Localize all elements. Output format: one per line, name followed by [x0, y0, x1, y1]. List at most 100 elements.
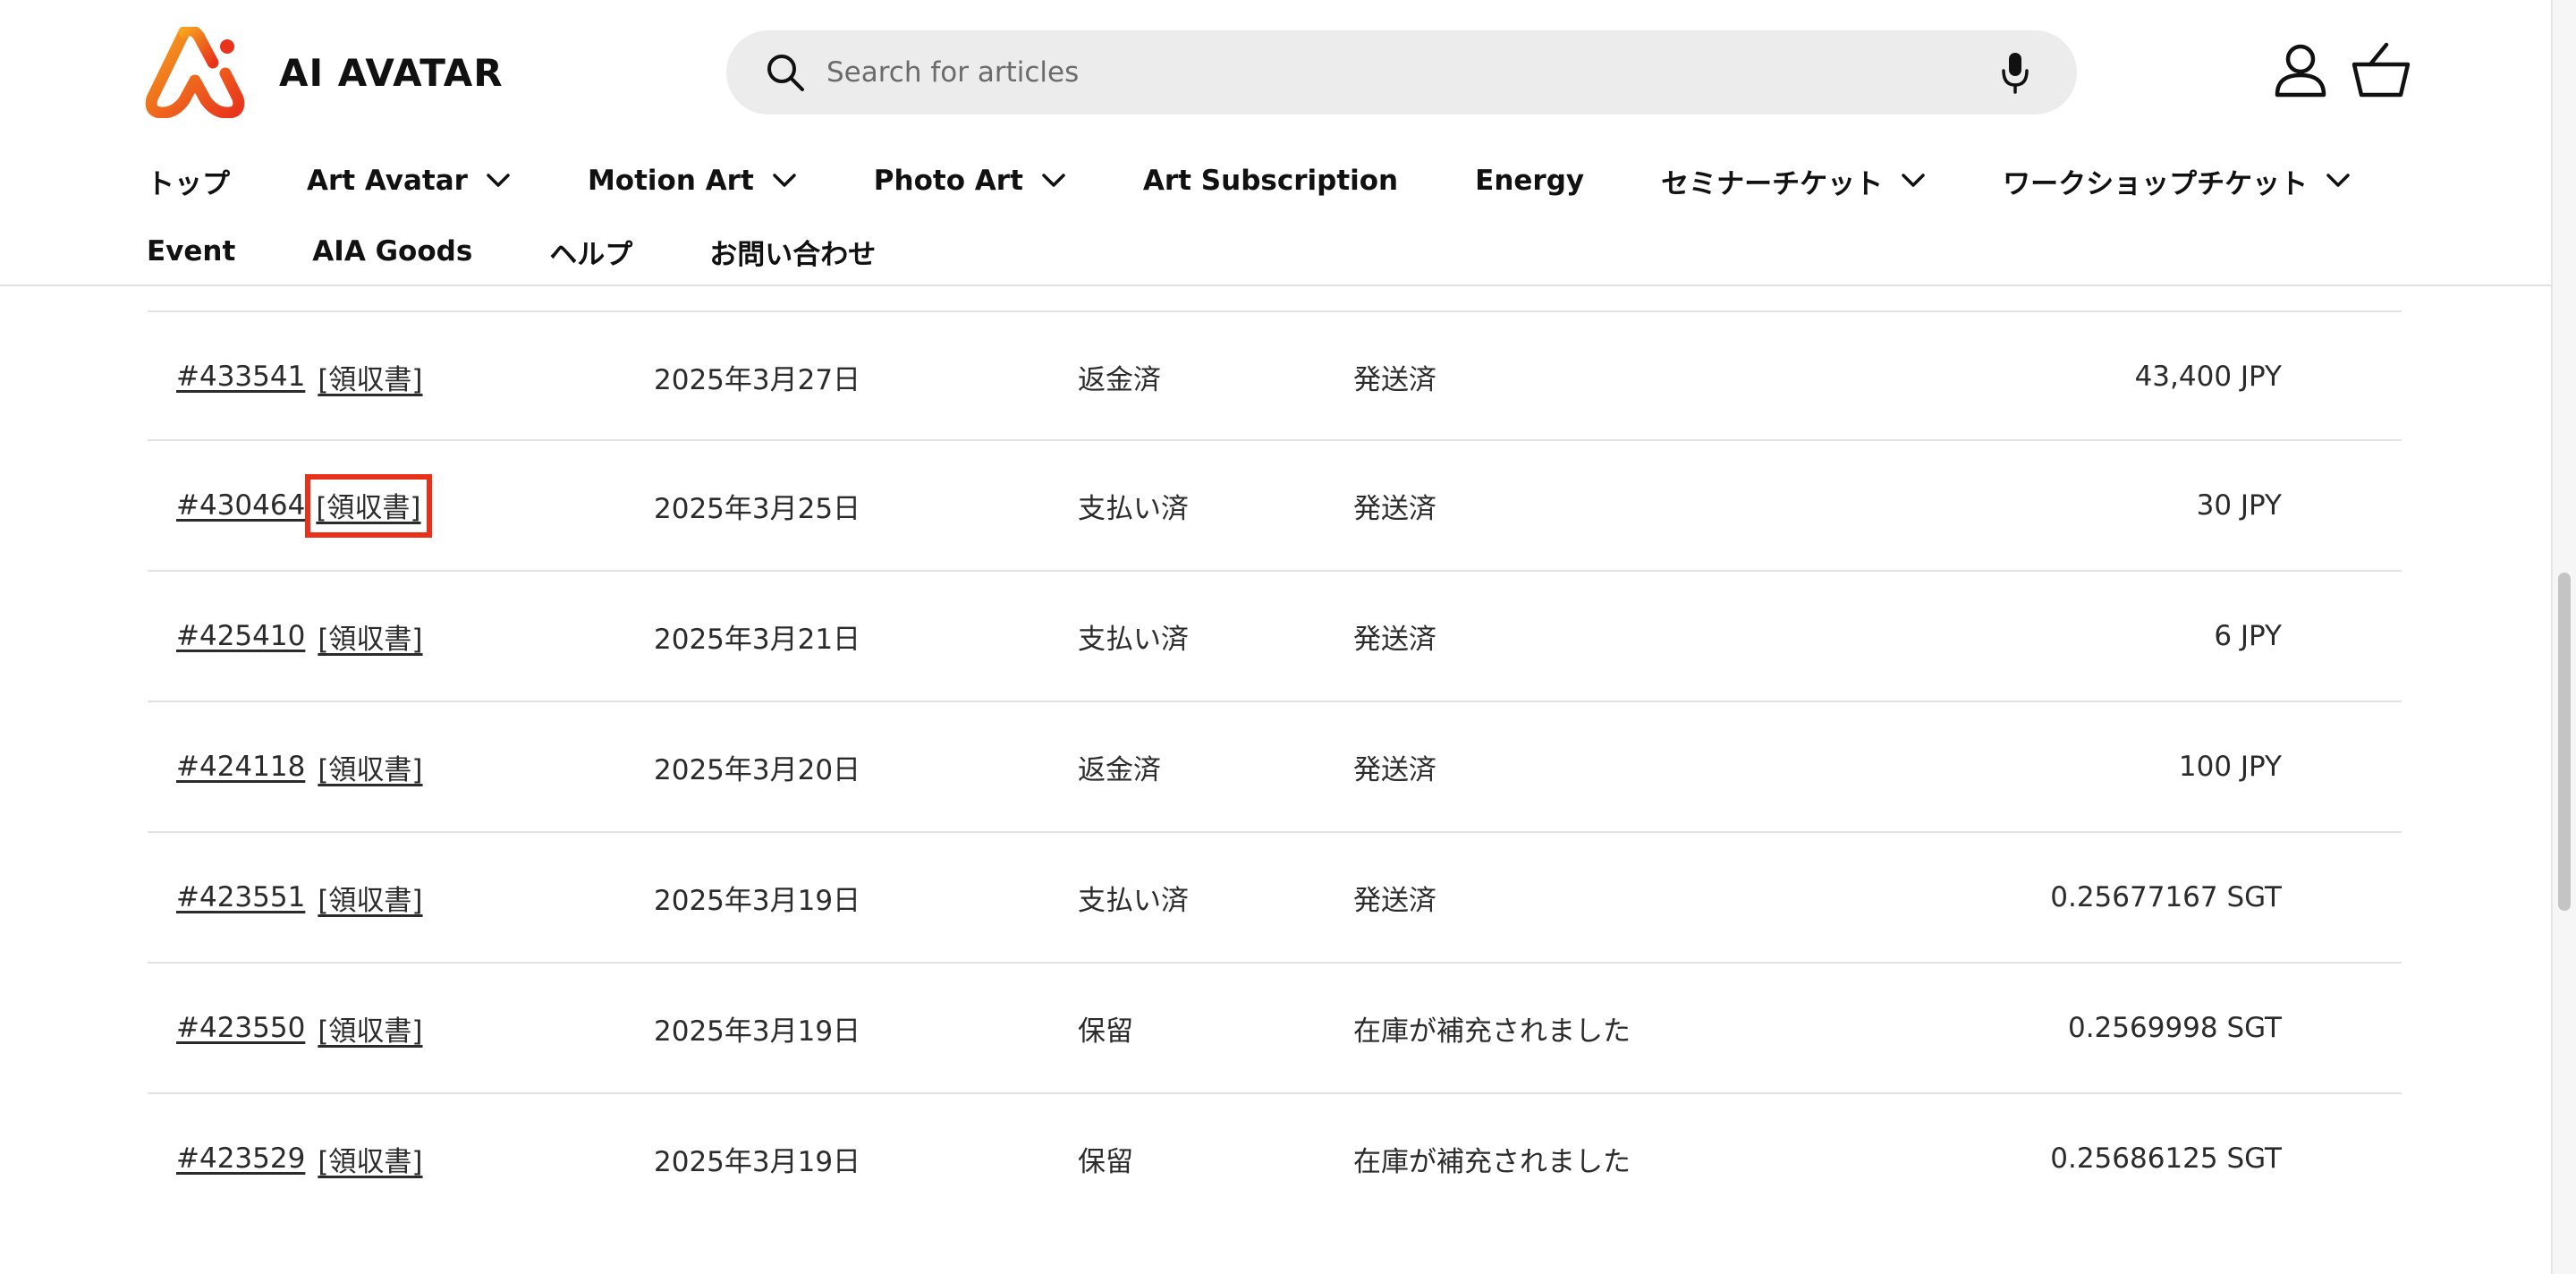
order-number-cell: #423551 [領収書]: [176, 833, 427, 962]
payment-status: 支払い済: [1078, 884, 1189, 917]
nav-item-label: トップ: [147, 167, 230, 200]
receipt-link-wrap: [領収書]: [314, 353, 426, 401]
chevron-down-icon: [773, 174, 796, 187]
order-total: 0.25677167 SGT: [2050, 881, 2282, 913]
nav-item-label: ヘルプ: [549, 238, 633, 271]
order-number-link[interactable]: #423550: [176, 1012, 305, 1044]
order-number-link[interactable]: #423551: [176, 881, 305, 913]
fulfillment-status: 発送済: [1353, 492, 1436, 525]
nav-item-label: Art Subscription: [1142, 165, 1399, 197]
order-date: 2025年3月21日: [654, 623, 861, 656]
table-row: #423529 [領収書] 2025年3月19日 保留 在庫が補充されました 0…: [148, 1094, 2402, 1225]
table-row: #425410 [領収書] 2025年3月21日 支払い済 発送済 6 JPY: [148, 572, 2402, 702]
table-row: #433541 [領収書] 2025年3月27日 返金済 発送済 43,400 …: [148, 310, 2402, 441]
receipt-link-wrap: [領収書]: [314, 1005, 426, 1052]
cart-icon[interactable]: [2351, 41, 2411, 98]
nav-item-label: Energy: [1475, 165, 1585, 197]
brand-logo[interactable]: AI AVATAR: [145, 27, 504, 118]
nav-item-help[interactable]: ヘルプ: [549, 232, 632, 272]
page-scrollbar[interactable]: [2551, 0, 2576, 1274]
nav-item-photo-art[interactable]: Photo Art: [874, 165, 1066, 197]
order-number-link[interactable]: #425410: [176, 620, 305, 652]
nav-item-label: セミナーチケット: [1661, 167, 1884, 200]
order-number-link[interactable]: #430464: [176, 489, 305, 522]
nav-item-seminar-ticket[interactable]: セミナーチケット: [1661, 161, 1926, 201]
mic-icon[interactable]: [2000, 51, 2030, 94]
receipt-link-wrap: [領収書]: [314, 743, 426, 791]
site-header: AI AVATAR トップ Art Avatar Motion Art: [0, 0, 2576, 286]
nav-item-art-avatar[interactable]: Art Avatar: [307, 165, 511, 197]
payment-status: 保留: [1078, 1145, 1133, 1178]
receipt-link[interactable]: [領収書]: [318, 885, 422, 917]
receipt-link[interactable]: [領収書]: [318, 1015, 422, 1048]
receipt-link-wrap: [領収書]: [314, 874, 426, 922]
scrollbar-thumb[interactable]: [2558, 573, 2571, 911]
order-total: 0.25686125 SGT: [2050, 1142, 2282, 1175]
nav-item-top[interactable]: トップ: [147, 161, 230, 201]
receipt-link[interactable]: [領収書]: [318, 1146, 422, 1178]
order-date: 2025年3月19日: [654, 884, 861, 917]
nav-item-label: Photo Art: [873, 165, 1023, 197]
order-number-link[interactable]: #433541: [176, 361, 305, 393]
order-total: 100 JPY: [2178, 751, 2282, 783]
order-number-link[interactable]: #423529: [176, 1142, 305, 1175]
nav-item-event[interactable]: Event: [147, 235, 235, 268]
nav-item-label: Event: [147, 235, 236, 268]
fulfillment-status: 在庫が補充されました: [1353, 1145, 1631, 1178]
receipt-link[interactable]: [領収書]: [316, 492, 420, 524]
nav-item-motion-art[interactable]: Motion Art: [588, 165, 797, 197]
table-row: #423551 [領収書] 2025年3月19日 支払い済 発送済 0.2567…: [148, 833, 2402, 964]
order-number-cell: #430464 [領収書]: [176, 441, 432, 570]
fulfillment-status: 発送済: [1353, 623, 1436, 656]
chevron-down-icon: [487, 174, 510, 187]
chevron-down-icon: [1042, 174, 1065, 187]
main-nav-row-2: Event AIA Goods ヘルプ お問い合わせ: [147, 229, 876, 274]
table-row: #424118 [領収書] 2025年3月20日 返金済 発送済 100 JPY: [148, 702, 2402, 833]
order-date: 2025年3月20日: [654, 753, 861, 786]
nav-item-workshop-ticket[interactable]: ワークショップチケット: [2003, 161, 2351, 201]
order-total: 6 JPY: [2214, 620, 2282, 652]
payment-status: 支払い済: [1078, 623, 1189, 656]
fulfillment-status: 在庫が補充されました: [1353, 1015, 1631, 1048]
fulfillment-status: 発送済: [1353, 363, 1436, 396]
order-number-cell: #425410 [領収書]: [176, 572, 427, 701]
payment-status: 保留: [1078, 1015, 1133, 1048]
order-total: 0.2569998 SGT: [2067, 1012, 2282, 1044]
order-history-table: #433541 [領収書] 2025年3月27日 返金済 発送済 43,400 …: [148, 310, 2402, 1225]
nav-item-label: AIA Goods: [312, 235, 473, 268]
nav-item-label: Art Avatar: [307, 165, 468, 197]
search-bar[interactable]: [726, 30, 2077, 115]
nav-item-contact[interactable]: お問い合わせ: [709, 232, 876, 272]
receipt-link-wrap: [領収書]: [314, 1135, 426, 1183]
payment-status: 返金済: [1078, 363, 1161, 396]
account-icon[interactable]: [2272, 41, 2329, 98]
payment-status: 返金済: [1078, 753, 1161, 786]
nav-item-label: ワークショップチケット: [2003, 167, 2309, 200]
order-number-cell: #433541 [領収書]: [176, 312, 427, 441]
fulfillment-status: 発送済: [1353, 884, 1436, 917]
nav-item-energy[interactable]: Energy: [1475, 165, 1584, 197]
nav-item-label: Motion Art: [587, 165, 754, 197]
chevron-down-icon: [2326, 174, 2350, 187]
table-row: #430464 [領収書] 2025年3月25日 支払い済 発送済 30 JPY: [148, 441, 2402, 572]
receipt-link[interactable]: [領収書]: [318, 754, 422, 786]
order-date: 2025年3月25日: [654, 492, 861, 525]
receipt-link[interactable]: [領収書]: [318, 364, 422, 396]
order-number-cell: #423529 [領収書]: [176, 1094, 427, 1223]
receipt-link-wrap: [領収書]: [314, 613, 426, 660]
order-number-cell: #424118 [領収書]: [176, 702, 427, 831]
nav-item-art-subscription[interactable]: Art Subscription: [1143, 165, 1398, 197]
nav-item-label: お問い合わせ: [709, 238, 877, 271]
brand-name: AI AVATAR: [279, 50, 504, 95]
main-nav-row-1: トップ Art Avatar Motion Art Photo Art Art …: [147, 158, 2351, 203]
search-input[interactable]: [825, 55, 2000, 89]
ai-avatar-logo-icon: [145, 27, 245, 118]
order-number-link[interactable]: #424118: [176, 751, 305, 783]
chevron-down-icon: [1902, 174, 1925, 187]
payment-status: 支払い済: [1078, 492, 1189, 525]
receipt-link[interactable]: [領収書]: [318, 624, 422, 656]
nav-item-aia-goods[interactable]: AIA Goods: [312, 235, 472, 268]
order-total: 30 JPY: [2196, 489, 2282, 522]
search-icon[interactable]: [766, 53, 805, 92]
table-row: #423550 [領収書] 2025年3月19日 保留 在庫が補充されました 0…: [148, 964, 2402, 1094]
